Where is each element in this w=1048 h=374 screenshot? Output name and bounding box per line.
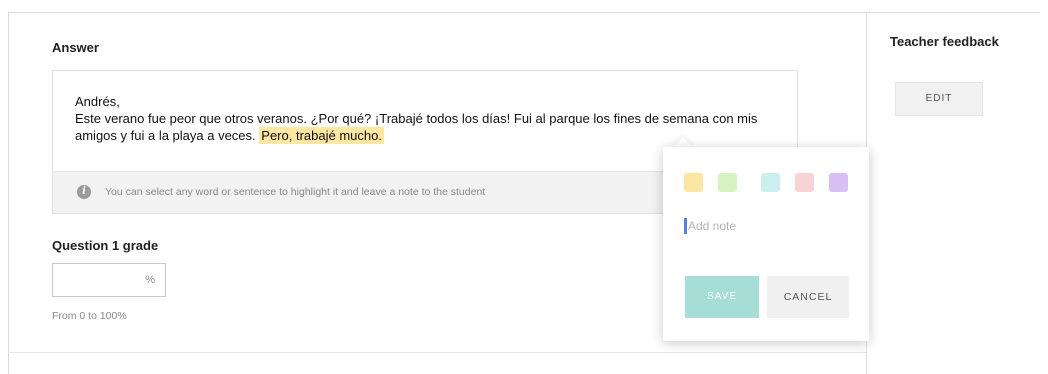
swatch-yellow[interactable] (684, 173, 703, 192)
swatch-teal[interactable] (761, 173, 780, 192)
swatch-green[interactable] (718, 173, 737, 192)
hint-text: You can select any word or sentence to h… (105, 186, 486, 198)
frame-left-border (8, 12, 9, 374)
percent-unit: % (145, 274, 155, 286)
answer-title: Answer (52, 40, 99, 55)
edit-button[interactable]: EDIT (895, 82, 983, 116)
answer-greeting: Andrés, (75, 94, 120, 109)
add-note-input[interactable]: Add note (688, 219, 736, 233)
cancel-button[interactable]: CANCEL (767, 276, 849, 318)
answer-body: Este verano fue peor que otros veranos. … (75, 111, 758, 143)
highlight-note-popover: Add note SAVE CANCEL (663, 147, 869, 341)
grade-input[interactable]: % (52, 263, 166, 297)
section-divider (8, 352, 866, 353)
swatch-purple[interactable] (829, 173, 848, 192)
highlighted-text[interactable]: Pero, trabajé mucho. (259, 127, 384, 144)
grade-title: Question 1 grade (52, 238, 159, 253)
info-icon: i (77, 185, 91, 199)
answer-text[interactable]: Andrés, Este verano fue peor que otros v… (75, 93, 775, 144)
swatch-pink[interactable] (795, 173, 814, 192)
grade-range-hint: From 0 to 100% (52, 310, 127, 322)
save-button[interactable]: SAVE (685, 276, 759, 318)
text-caret (684, 218, 687, 234)
teacher-feedback-title: Teacher feedback (890, 34, 999, 49)
frame-top-border (8, 12, 1040, 13)
